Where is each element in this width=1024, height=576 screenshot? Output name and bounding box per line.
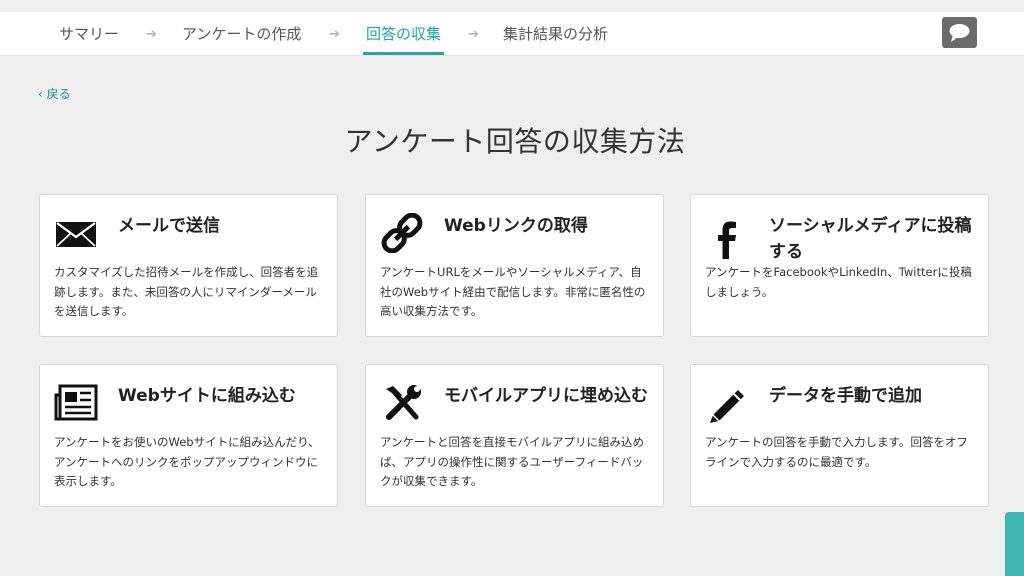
card-title: データを手動で追加 <box>769 386 922 406</box>
card-title: Webリンクの取得 <box>444 216 588 236</box>
card-description: アンケートをお使いのWebサイトに組み込んだり、アンケートへのリンクをポップアッ… <box>54 435 320 488</box>
tab-collect-responses[interactable]: 回答の収集 <box>362 12 445 55</box>
feedback-side-tab[interactable] <box>1005 512 1024 576</box>
facebook-icon <box>718 221 736 259</box>
tab-summary[interactable]: サマリー <box>59 12 119 53</box>
card-title: メールで送信 <box>118 216 220 236</box>
arrow-right-icon: ➔ <box>329 27 340 42</box>
card-mobile-app[interactable]: モバイルアプリに埋め込む アンケートと回答を直接モバイルアプリに組み込めば、アプ… <box>365 364 664 507</box>
card-title: モバイルアプリに埋め込む <box>444 386 648 406</box>
card-description: アンケートと回答を直接モバイルアプリに組み込めば、アプリの操作性に関するユーザー… <box>380 435 645 488</box>
chain-link-icon <box>381 213 423 253</box>
card-description: カスタマイズした招待メールを作成し、回答者を追跡します。また、未回答の人にリマイ… <box>54 265 319 318</box>
card-email[interactable]: メールで送信 カスタマイズした招待メールを作成し、回答者を追跡します。また、未回… <box>39 194 338 337</box>
arrow-right-icon: ➔ <box>146 27 157 42</box>
card-description: アンケートURLをメールやソーシャルメディア、自社のWebサイト経由で配信します… <box>380 265 646 318</box>
card-web-link[interactable]: Webリンクの取得 アンケートURLをメールやソーシャルメディア、自社のWebサ… <box>365 194 664 337</box>
back-link[interactable]: ‹ 戻る <box>38 85 71 102</box>
top-strip <box>0 0 1024 12</box>
card-title: ソーシャルメディアに投稿する <box>769 216 972 262</box>
tab-analyze-results[interactable]: 集計結果の分析 <box>503 12 608 53</box>
pen-icon <box>710 390 744 423</box>
tab-create-survey[interactable]: アンケートの作成 <box>182 12 301 53</box>
card-title: Webサイトに組み込む <box>118 386 296 406</box>
card-description: アンケートの回答を手動で入力します。回答をオフラインで入力するのに最適です。 <box>705 435 968 469</box>
card-embed-website[interactable]: Webサイトに組み込む アンケートをお使いのWebサイトに組み込んだり、アンケー… <box>39 364 338 507</box>
envelope-icon <box>56 222 96 247</box>
tools-icon <box>386 385 421 420</box>
card-manual-entry[interactable]: データを手動で追加 アンケートの回答を手動で入力します。回答をオフラインで入力す… <box>690 364 989 507</box>
newspaper-icon <box>54 384 98 421</box>
page-title: アンケート回答の収集方法 <box>344 125 686 158</box>
card-social-media[interactable]: ソーシャルメディアに投稿する アンケートをFacebookやLinkedIn、T… <box>690 194 989 337</box>
card-description: アンケートをFacebookやLinkedIn、Twitterに投稿しましょう。 <box>705 265 972 299</box>
arrow-right-icon: ➔ <box>468 27 479 42</box>
step-navigation: サマリー ➔ アンケートの作成 ➔ 回答の収集 ➔ 集計結果の分析 <box>0 12 1024 56</box>
speech-bubble-icon <box>949 24 970 42</box>
chat-button[interactable] <box>942 17 977 48</box>
